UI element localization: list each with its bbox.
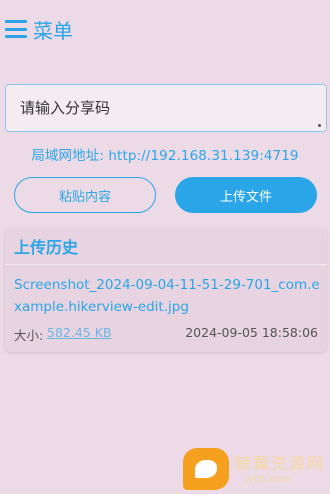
paste-content-button[interactable]: 粘贴内容: [14, 177, 156, 213]
lan-address-text: 局域网地址: http://192.168.31.139:4719: [31, 148, 299, 164]
watermark-text: 鲸翼资源网: [235, 454, 326, 473]
divider: [5, 264, 327, 265]
history-file-name[interactable]: Screenshot_2024-09-04-11-51-29-701_com.e…: [14, 274, 322, 318]
share-code-input[interactable]: [5, 84, 327, 132]
menu-title[interactable]: 菜单: [33, 15, 73, 44]
app-header: 菜单: [0, 10, 330, 48]
watermark-logo-icon: [183, 448, 229, 490]
hamburger-menu-icon[interactable]: [5, 20, 27, 38]
upload-history-title: 上传历史: [14, 238, 79, 257]
upload-history-card: 上传历史 Screenshot_2024-09-04-11-51-29-701_…: [5, 228, 327, 352]
upload-timestamp: 2024-09-05 18:58:06: [185, 325, 318, 340]
file-size-label: 大小:: [14, 328, 44, 343]
upload-file-button[interactable]: 上传文件: [175, 177, 317, 213]
watermark-subtext: jyfzt.com: [245, 474, 291, 485]
file-size-value[interactable]: 582.45 KB: [47, 325, 111, 340]
input-resize-handle-icon: [318, 124, 321, 127]
watermark: 鲸翼资源网 jyfzt.com: [183, 446, 330, 494]
